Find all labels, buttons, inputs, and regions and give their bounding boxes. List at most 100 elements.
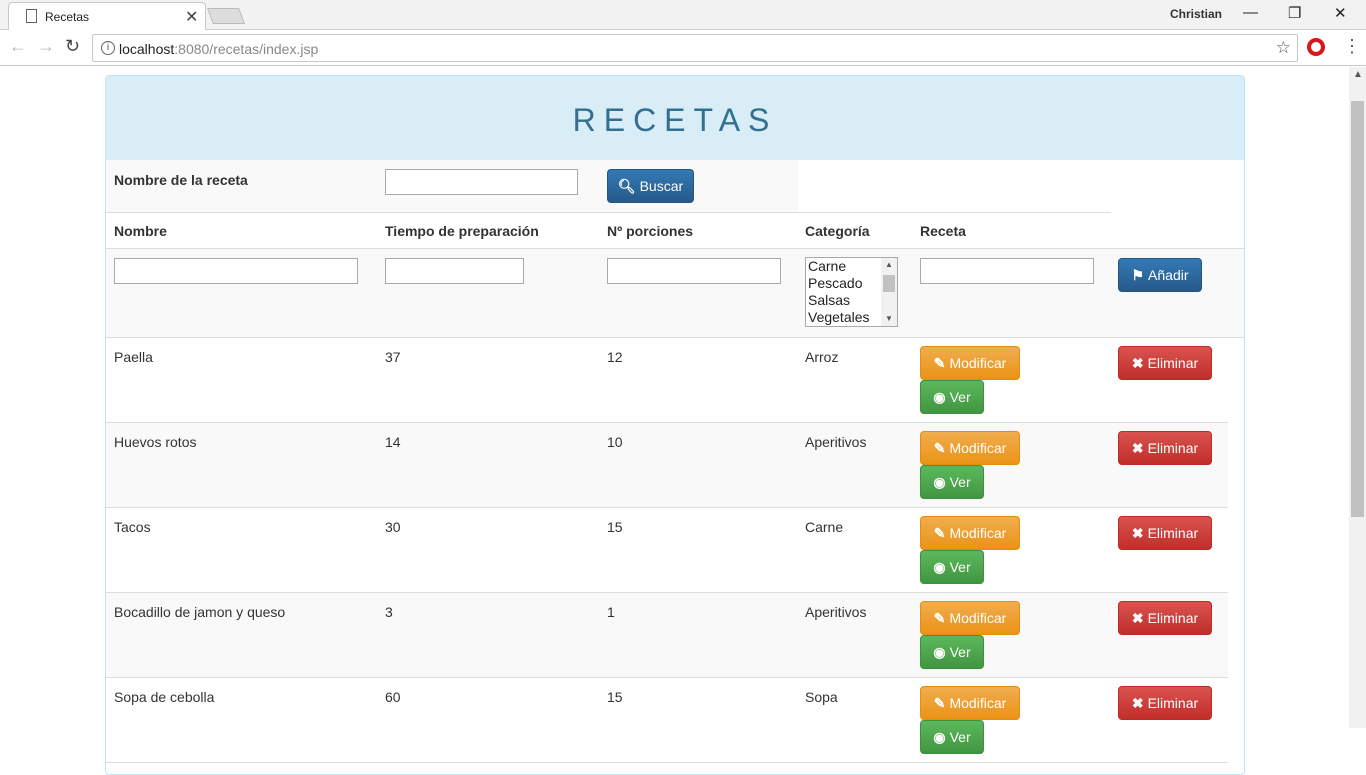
delete-label: Eliminar: [1147, 695, 1199, 711]
search-input[interactable]: [385, 169, 578, 195]
recipe-portions: 15: [607, 519, 623, 535]
view-button[interactable]: ◉ Ver: [920, 380, 984, 414]
receta-input[interactable]: [920, 258, 1094, 284]
scroll-up-icon[interactable]: ▲: [885, 260, 893, 269]
recipe-time: 3: [385, 604, 393, 620]
modify-label: Modificar: [949, 695, 1007, 711]
page-title: RECETAS: [572, 102, 778, 138]
address-bar: ← → ↻ i localhost:8080/recetas/index.jsp…: [0, 30, 1366, 66]
divider: [106, 212, 1111, 213]
add-recipe-icon: ⚑: [1131, 267, 1145, 283]
eye-icon: ◉: [933, 389, 946, 405]
table-row: Huevos rotos 14 10 Aperitivos ✎ Modificar…: [106, 423, 1228, 508]
recipe-name: Huevos rotos: [114, 434, 197, 450]
col-header-tiempo: Tiempo de preparación: [385, 223, 539, 239]
recipe-portions: 15: [607, 689, 623, 705]
page-icon: [26, 9, 37, 23]
table-row: Tacos 30 15 Carne ✎ Modificar ◉ Ver ✖ Elimi…: [106, 508, 1228, 593]
modify-button[interactable]: ✎ Modificar: [920, 431, 1020, 465]
recipe-name: Bocadillo de jamon y queso: [114, 604, 286, 620]
browser-tab[interactable]: Recetas ✕: [8, 2, 206, 30]
table-row: Paella 37 12 Arroz ✎ Modificar ◉ Ver ✖ Elim…: [106, 338, 1228, 423]
edit-icon: ✎: [933, 525, 946, 541]
recipe-category: Aperitivos: [805, 604, 867, 620]
edit-icon: ✎: [933, 355, 946, 371]
page-scrollbar[interactable]: ▲: [1349, 67, 1366, 728]
scroll-up-icon[interactable]: ▲: [1353, 69, 1363, 80]
view-button[interactable]: ◉ Ver: [920, 635, 984, 669]
listbox-scrollbar[interactable]: ▲ ▼: [881, 258, 897, 326]
recipe-time: 30: [385, 519, 401, 535]
view-label: Ver: [949, 389, 971, 405]
recipe-category: Aperitivos: [805, 434, 867, 450]
forward-icon[interactable]: →: [37, 36, 55, 57]
modify-button[interactable]: ✎ Modificar: [920, 346, 1020, 380]
tab-close-icon[interactable]: ✕: [185, 7, 198, 27]
delete-button[interactable]: ✖ Eliminar: [1118, 516, 1212, 550]
view-button[interactable]: ◉ Ver: [920, 465, 984, 499]
opera-extension-icon[interactable]: [1307, 38, 1325, 56]
panel-heading: RECETAS: [106, 76, 1244, 160]
col-header-categoria: Categoría: [805, 223, 870, 239]
url-host: localhost: [119, 41, 175, 57]
add-recipe-row: Carne Pescado Salsas Vegetales ▲ ▼ ⚑ Añad…: [106, 249, 1244, 338]
delete-label: Eliminar: [1147, 440, 1199, 456]
profile-name[interactable]: Christian: [1170, 7, 1222, 21]
delete-label: Eliminar: [1147, 610, 1199, 626]
view-label: Ver: [949, 729, 971, 745]
recipe-portions: 12: [607, 349, 623, 365]
modify-label: Modificar: [949, 525, 1007, 541]
col-header-porciones: Nº porciones: [607, 223, 694, 239]
view-button[interactable]: ◉ Ver: [920, 720, 984, 754]
edit-icon: ✎: [933, 610, 946, 626]
restore-icon[interactable]: ❐: [1288, 4, 1301, 22]
minimize-icon[interactable]: —: [1243, 4, 1258, 21]
recipe-name: Paella: [114, 349, 153, 365]
modify-button[interactable]: ✎ Modificar: [920, 601, 1020, 635]
recipe-category: Carne: [805, 519, 844, 535]
view-button[interactable]: ◉ Ver: [920, 550, 984, 584]
recipe-time: 14: [385, 434, 401, 450]
delete-button[interactable]: ✖ Eliminar: [1118, 431, 1212, 465]
url-field[interactable]: i localhost:8080/recetas/index.jsp ☆: [92, 34, 1298, 62]
bookmark-star-icon[interactable]: ☆: [1276, 38, 1291, 58]
modify-button[interactable]: ✎ Modificar: [920, 686, 1020, 720]
categoria-select[interactable]: Carne Pescado Salsas Vegetales ▲ ▼: [805, 257, 898, 327]
new-tab-button[interactable]: [207, 8, 245, 24]
porciones-input[interactable]: [607, 258, 781, 284]
delete-button[interactable]: ✖ Eliminar: [1118, 686, 1212, 720]
reload-icon[interactable]: ↻: [65, 36, 80, 57]
browser-menu-icon[interactable]: ⋮: [1343, 36, 1361, 57]
recipe-time: 37: [385, 349, 401, 365]
info-icon[interactable]: i: [101, 41, 115, 55]
nombre-input[interactable]: [114, 258, 358, 284]
close-window-icon[interactable]: ✕: [1334, 4, 1347, 22]
edit-icon: ✎: [933, 695, 946, 711]
delete-button[interactable]: ✖ Eliminar: [1118, 346, 1212, 380]
close-icon: ✖: [1131, 355, 1144, 371]
tiempo-input[interactable]: [385, 258, 524, 284]
back-icon[interactable]: ←: [9, 36, 27, 57]
recipe-name: Tacos: [114, 519, 151, 535]
modify-label: Modificar: [949, 610, 1007, 626]
modify-label: Modificar: [949, 355, 1007, 371]
recipes-panel: RECETAS Nombre de la receta 🔍︎ Buscar Nom…: [105, 75, 1245, 775]
table-row: Bocadillo de jamon y queso 3 1 Aperitivo…: [106, 593, 1228, 678]
listbox-scroll-thumb[interactable]: [883, 275, 895, 292]
search-icon: 🔍︎: [617, 178, 636, 194]
search-button[interactable]: 🔍︎ Buscar: [607, 169, 694, 203]
recipe-category: Arroz: [805, 349, 839, 365]
modify-button[interactable]: ✎ Modificar: [920, 516, 1020, 550]
eye-icon: ◉: [933, 474, 946, 490]
recipe-category: Sopa: [805, 689, 838, 705]
search-row: Nombre de la receta 🔍︎ Buscar: [106, 160, 798, 212]
close-icon: ✖: [1131, 610, 1144, 626]
add-button[interactable]: ⚑ Añadir: [1118, 258, 1202, 292]
edit-icon: ✎: [933, 440, 946, 456]
recipe-name: Sopa de cebolla: [114, 689, 215, 705]
delete-button[interactable]: ✖ Eliminar: [1118, 601, 1212, 635]
scroll-down-icon[interactable]: ▼: [885, 314, 893, 323]
eye-icon: ◉: [933, 644, 946, 660]
scroll-thumb[interactable]: [1351, 101, 1364, 517]
add-button-label: Añadir: [1148, 267, 1189, 283]
